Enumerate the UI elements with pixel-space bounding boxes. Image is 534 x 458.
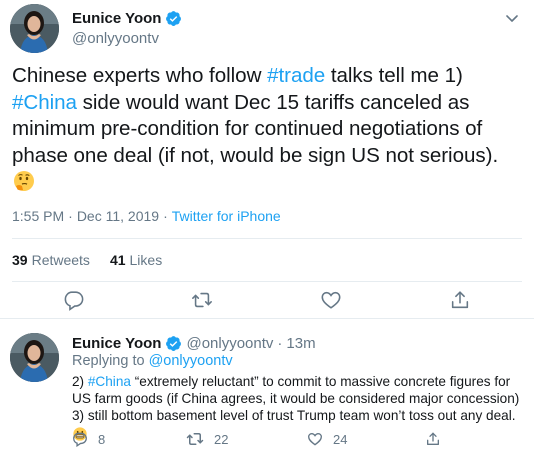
retweets-count: 39 bbox=[12, 252, 28, 268]
display-name[interactable]: Eunice Yoon bbox=[72, 335, 161, 352]
reply-author-row: Eunice Yoon @onlyyoontv · 13m bbox=[72, 334, 316, 352]
verified-badge-icon bbox=[165, 335, 182, 352]
tweet-date[interactable]: Dec 11, 2019 bbox=[77, 208, 159, 224]
replying-to-link[interactable]: @onlyyoontv bbox=[149, 353, 233, 369]
reply-icon bbox=[73, 432, 87, 447]
reply-icon[interactable] bbox=[63, 289, 85, 311]
retweet-icon[interactable] bbox=[191, 289, 213, 311]
tweet-stats: 39 Retweets 41 Likes bbox=[12, 251, 182, 269]
like-icon[interactable] bbox=[320, 289, 342, 311]
like-count: 24 bbox=[333, 431, 348, 447]
tweet-text-segment: “extremely reluctant” to commit to massi… bbox=[72, 374, 520, 424]
handle[interactable]: @onlyyoontv bbox=[72, 30, 182, 48]
avatar[interactable] bbox=[10, 4, 59, 53]
tweet-time[interactable]: 1:55 PM bbox=[12, 208, 64, 224]
tweet-actions bbox=[0, 289, 534, 311]
reply-count: 8 bbox=[98, 431, 106, 447]
retweets-stat[interactable]: 39 Retweets bbox=[12, 252, 90, 268]
avatar[interactable] bbox=[10, 333, 59, 382]
likes-stat[interactable]: 41 Likes bbox=[110, 252, 162, 268]
hashtag-link[interactable]: #China bbox=[88, 374, 131, 389]
tweet-text-segment: side would want Dec 15 tariffs canceled … bbox=[12, 90, 499, 167]
separator: · bbox=[163, 208, 168, 224]
tweet-text-segment: Chinese experts who follow bbox=[12, 64, 268, 87]
main-tweet: Eunice Yoon @onlyyoontv Chinese experts … bbox=[0, 0, 534, 318]
like-icon bbox=[307, 432, 323, 446]
verified-badge-icon bbox=[165, 10, 182, 27]
separator: · bbox=[277, 334, 283, 352]
like-button[interactable]: 24 bbox=[307, 429, 347, 449]
hashtag-link[interactable]: #trade bbox=[267, 64, 325, 87]
thinking-face-icon bbox=[12, 169, 36, 201]
replying-to-prefix: Replying to bbox=[72, 353, 145, 369]
author-block[interactable]: Eunice Yoon @onlyyoontv bbox=[72, 9, 182, 48]
tweet-text-segment: 2) bbox=[72, 374, 88, 389]
tweet-source-link[interactable]: Twitter for iPhone bbox=[172, 208, 281, 224]
reply-button[interactable]: 8 bbox=[72, 429, 105, 449]
replying-to: Replying to @onlyyoontv bbox=[72, 353, 233, 371]
tweet-text-segment: talks tell me 1) bbox=[325, 64, 463, 87]
reply-tweet-actions: 8 22 24 bbox=[0, 429, 534, 449]
divider bbox=[12, 281, 522, 282]
retweets-label: Retweets bbox=[31, 252, 90, 268]
retweet-button[interactable]: 22 bbox=[186, 429, 228, 449]
tweet-text: Chinese experts who follow #trade talks … bbox=[12, 63, 524, 201]
separator: · bbox=[68, 208, 73, 224]
share-icon bbox=[427, 432, 439, 445]
tweet-meta: 1:55 PM · Dec 11, 2019 · Twitter for iPh… bbox=[12, 207, 281, 225]
handle[interactable]: @onlyyoontv bbox=[186, 335, 273, 352]
likes-count: 41 bbox=[109, 252, 126, 268]
likes-label: Likes bbox=[129, 252, 163, 268]
retweet-icon bbox=[186, 433, 204, 445]
reply-tweet[interactable]: Eunice Yoon @onlyyoontv · 13m Replying t… bbox=[0, 319, 534, 458]
hashtag-link[interactable]: #China bbox=[12, 91, 77, 114]
divider bbox=[12, 238, 522, 239]
retweet-count: 22 bbox=[214, 431, 229, 447]
chevron-down-icon[interactable] bbox=[504, 10, 520, 26]
display-name[interactable]: Eunice Yoon bbox=[72, 10, 161, 27]
tweet-time-ago[interactable]: 13m bbox=[286, 335, 315, 352]
share-icon[interactable] bbox=[449, 289, 471, 311]
share-button[interactable] bbox=[425, 429, 451, 449]
